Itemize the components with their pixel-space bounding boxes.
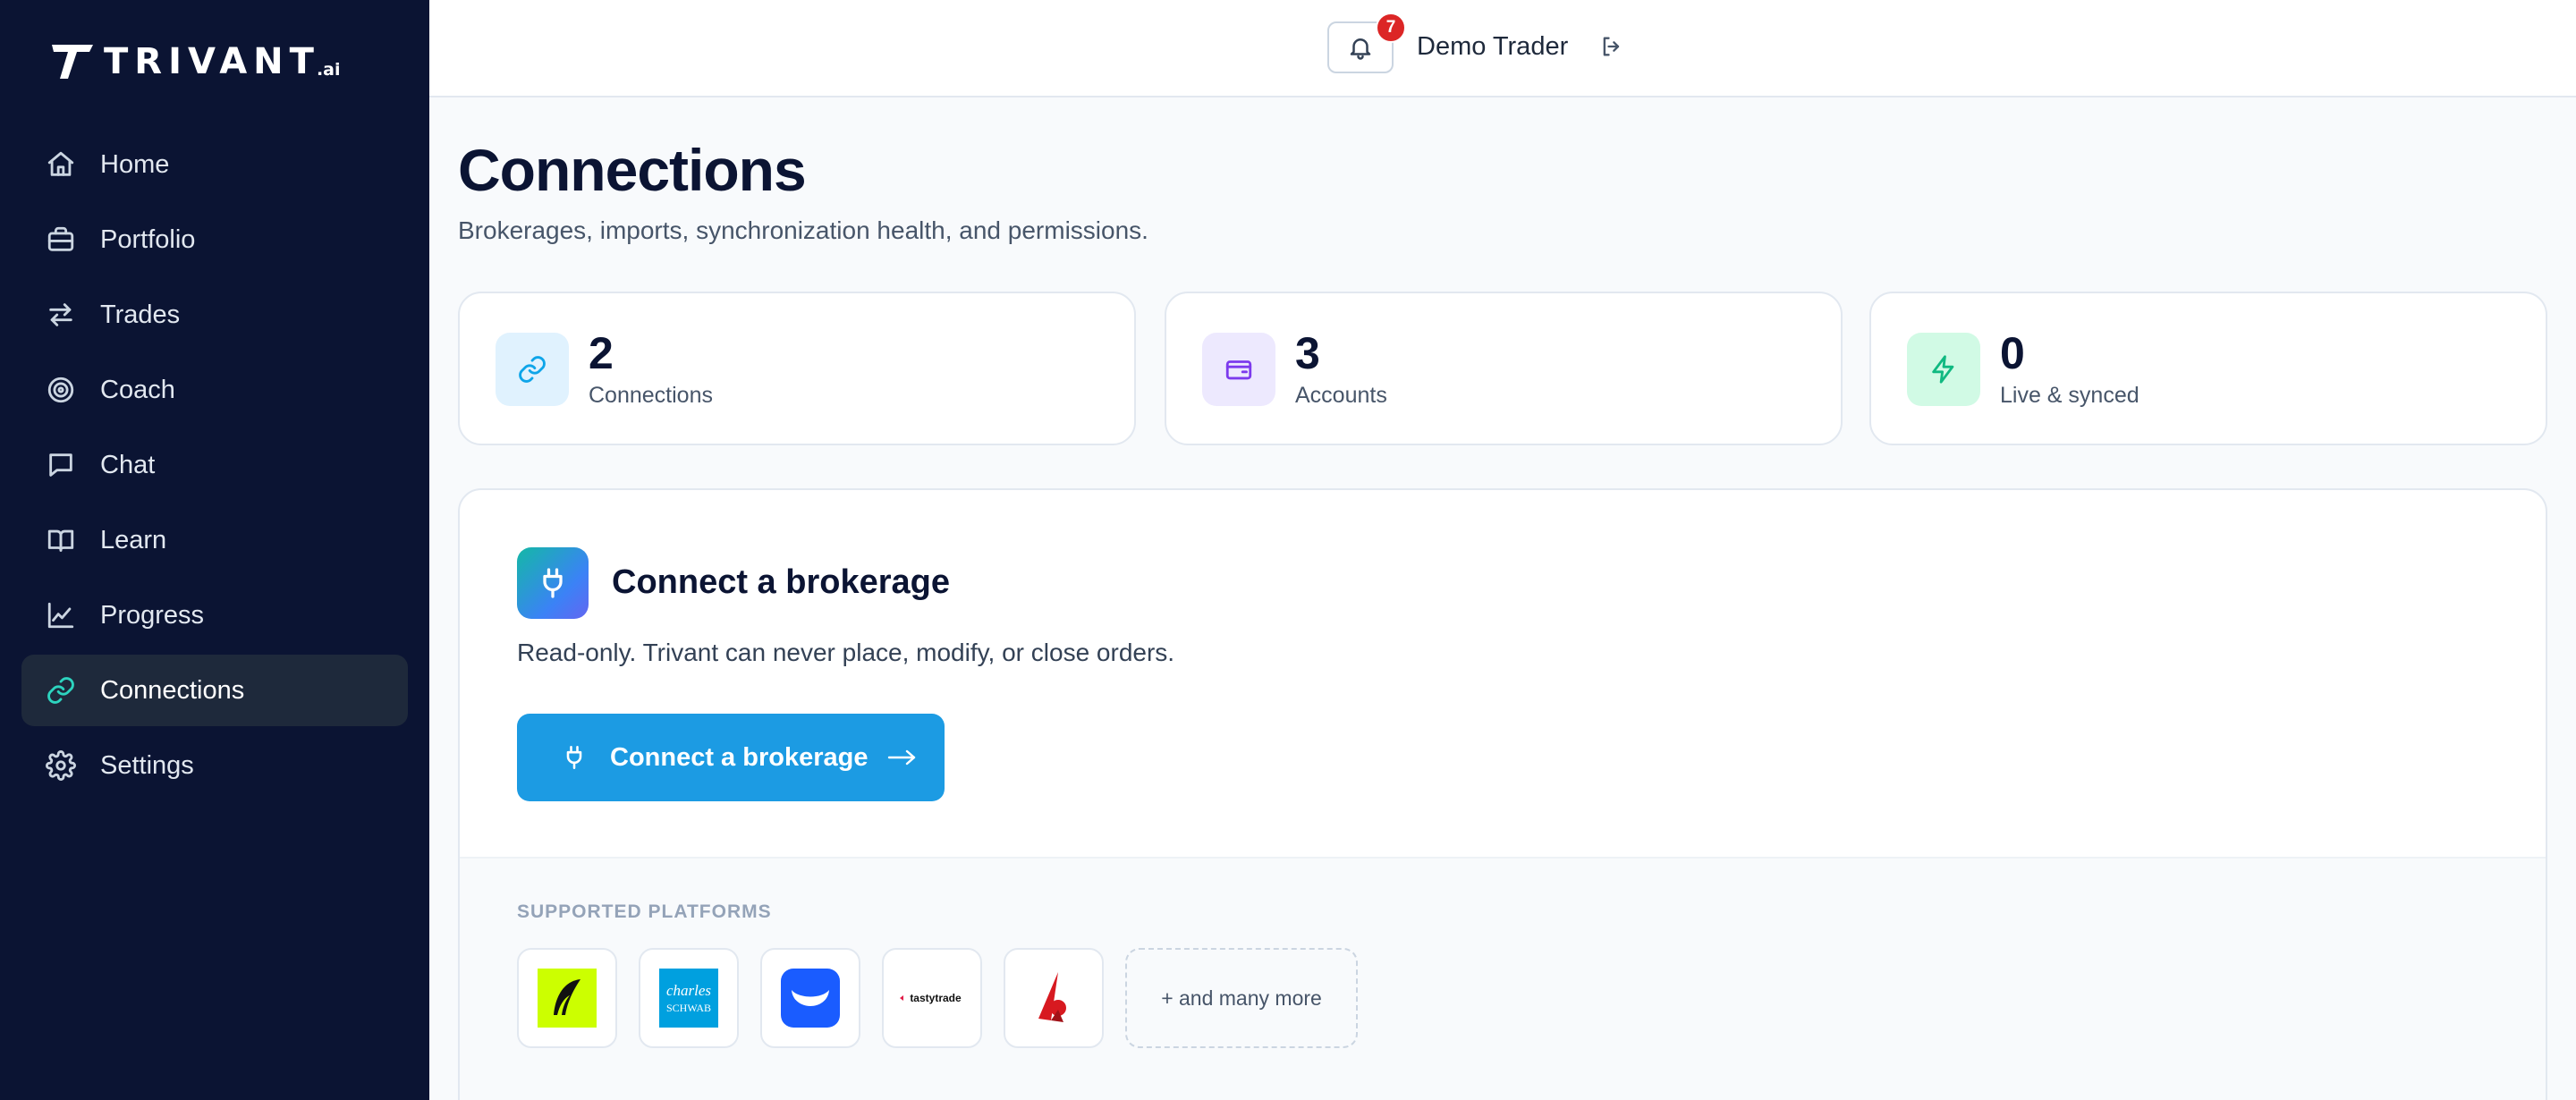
tastytrade-logo: tastytrade (900, 992, 962, 1004)
sidebar-item-label: Trades (100, 300, 181, 329)
sidebar-item-label: Portfolio (100, 224, 196, 254)
panel-title: Connect a brokerage (612, 563, 950, 601)
sidebar-item-settings[interactable]: Settings (21, 730, 408, 801)
stat-value: 0 (2000, 328, 2025, 378)
sidebar-item-label: Home (100, 149, 170, 179)
platform-interactive-brokers[interactable] (1004, 948, 1104, 1048)
sidebar-item-label: Chat (100, 450, 156, 479)
sidebar-item-portfolio[interactable]: Portfolio (21, 204, 408, 275)
sidebar-item-coach[interactable]: Coach (21, 354, 408, 426)
bell-icon (1350, 38, 1371, 60)
arrow-right-icon (888, 749, 916, 766)
supported-platforms-label: SUPPORTED PLATFORMS (517, 901, 772, 922)
logout-icon (1603, 37, 1620, 56)
trivant-logo-mark-icon (52, 45, 93, 79)
wallet-icon (1202, 333, 1275, 406)
connect-button-label: Connect a brokerage (610, 742, 869, 772)
plug-icon (517, 547, 589, 619)
platform-tastytrade[interactable]: tastytrade (882, 948, 982, 1048)
stat-label: Connections (589, 383, 713, 408)
sidebar-item-label: Learn (100, 525, 167, 554)
stat-card-live-synced: 0 Live & synced (1869, 292, 2547, 445)
platform-robinhood[interactable] (517, 948, 617, 1048)
briefcase-icon (45, 224, 77, 256)
more-platforms-tile[interactable]: + and many more (1125, 948, 1358, 1048)
sidebar-item-learn[interactable]: Learn (21, 504, 408, 576)
brand-name: TRIVANT (104, 41, 320, 82)
chat-icon (45, 449, 77, 481)
line-chart-icon (45, 599, 77, 631)
ibkr-logo (1038, 972, 1066, 1022)
sidebar-item-label: Coach (100, 375, 175, 404)
connect-brokerage-panel: Connect a brokerage Read-only. Trivant c… (458, 488, 2547, 1100)
stat-card-connections: 2 Connections (458, 292, 1136, 445)
charles-schwab-logo: charles SCHWAB (659, 969, 718, 1028)
platform-webull[interactable] (760, 948, 860, 1048)
svg-text:charles: charles (666, 982, 711, 999)
logout-button[interactable] (1599, 34, 1626, 61)
stat-value: 2 (589, 328, 614, 378)
connect-brokerage-button[interactable]: Connect a brokerage (517, 714, 945, 801)
sidebar-item-trades[interactable]: Trades (21, 279, 408, 351)
brand-suffix: .ai (316, 60, 341, 80)
platform-charles-schwab[interactable]: charles SCHWAB (639, 948, 739, 1048)
top-bar: 7 Demo Trader (429, 0, 2576, 97)
webull-logo (781, 969, 840, 1028)
page-title: Connections (458, 137, 807, 203)
stat-label: Live & synced (2000, 383, 2140, 408)
sidebar-nav: Home Portfolio Trades Coach Chat Learn P… (21, 129, 408, 805)
sidebar-item-connections[interactable]: Connections (21, 655, 408, 726)
user-name[interactable]: Demo Trader (1417, 32, 1568, 62)
sidebar-item-home[interactable]: Home (21, 129, 408, 200)
book-icon (45, 524, 77, 556)
sidebar-item-chat[interactable]: Chat (21, 429, 408, 501)
svg-text:SCHWAB: SCHWAB (666, 1002, 711, 1014)
sidebar-item-progress[interactable]: Progress (21, 580, 408, 651)
home-icon (45, 148, 77, 181)
trivant-logo[interactable]: TRIVANT .ai (50, 39, 341, 80)
lightning-icon (1907, 333, 1980, 406)
supported-platforms: SUPPORTED PLATFORMS charles SCHWAB tasty… (460, 857, 2546, 1100)
stat-value: 3 (1295, 328, 1320, 378)
svg-text:tastytrade: tastytrade (910, 992, 962, 1004)
notification-count-badge: 7 (1376, 13, 1406, 43)
robinhood-feather-logo (538, 969, 597, 1028)
target-icon (45, 374, 77, 406)
sidebar-item-label: Settings (100, 750, 194, 780)
page-subtitle: Brokerages, imports, synchronization hea… (458, 216, 1148, 244)
sidebar-item-label: Progress (100, 600, 205, 630)
arrows-exchange-icon (45, 299, 77, 331)
panel-description: Read-only. Trivant can never place, modi… (517, 639, 1175, 666)
gear-icon (45, 749, 77, 782)
stat-card-accounts: 3 Accounts (1165, 292, 1843, 445)
stat-label: Accounts (1295, 383, 1387, 408)
link-icon (45, 674, 77, 707)
sidebar-item-label: Connections (100, 675, 245, 705)
sidebar: TRIVANT .ai Home Portfolio Trades Coach … (0, 0, 429, 1100)
link-icon (496, 333, 569, 406)
plug-icon (566, 746, 582, 769)
